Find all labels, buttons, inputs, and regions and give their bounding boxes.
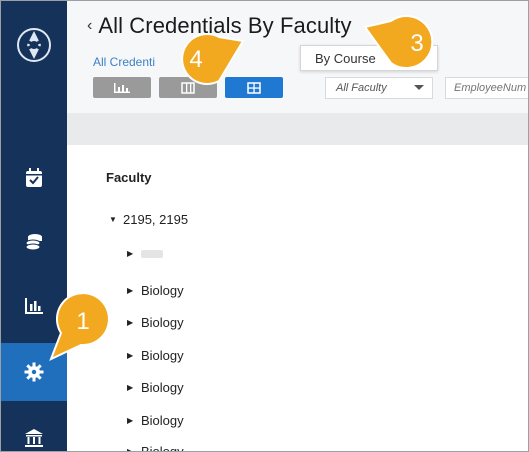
tree-row[interactable]: ▶ Biology <box>127 315 184 330</box>
coins-icon <box>25 234 42 251</box>
expand-toggle-icon[interactable]: ▶ <box>127 249 141 258</box>
app-window: ‹ All Credentials By Faculty ⌄ All Crede… <box>0 0 529 452</box>
expand-toggle-icon[interactable]: ▶ <box>127 447 141 451</box>
tree-row[interactable]: ▶ <box>127 249 163 258</box>
expand-toggle-icon[interactable]: ▶ <box>127 416 141 425</box>
tree-row[interactable]: ▶ Biology <box>127 380 184 395</box>
back-button[interactable]: ‹ <box>87 17 92 35</box>
expand-toggle-icon[interactable]: ▶ <box>127 383 141 392</box>
expand-toggle-icon[interactable]: ▶ <box>127 318 141 327</box>
sidebar <box>1 1 67 451</box>
callout-number: 1 <box>76 308 89 335</box>
tree-root-row[interactable]: ▼ 2195, 2195 <box>109 212 188 227</box>
tree-row-label: Biology <box>141 283 184 298</box>
expand-toggle-icon[interactable]: ▶ <box>127 286 141 295</box>
employee-number-input[interactable] <box>445 77 528 99</box>
chart-view-icon <box>114 82 130 93</box>
grid-view-icon <box>247 81 261 94</box>
callout-4: 4 <box>181 33 245 85</box>
sidebar-item-institution[interactable] <box>1 413 67 451</box>
faculty-select[interactable]: All Faculty <box>325 77 433 99</box>
callout-3: 3 <box>363 15 434 69</box>
callout-number: 4 <box>189 46 202 73</box>
breadcrumb[interactable]: All Credenti <box>93 55 155 69</box>
bar-chart-icon <box>25 298 43 314</box>
tree-row-label: Biology <box>141 348 184 363</box>
gear-icon <box>24 362 44 382</box>
institution-icon <box>25 429 43 447</box>
collapse-toggle-icon[interactable]: ▼ <box>109 215 123 224</box>
chart-view-button[interactable] <box>93 77 151 98</box>
main-area: ‹ All Credentials By Faculty ⌄ All Crede… <box>67 1 528 451</box>
tree-row[interactable]: ▶ Biology <box>127 444 184 452</box>
redacted-label <box>141 249 163 258</box>
expand-toggle-icon[interactable]: ▶ <box>127 351 141 360</box>
callout-number: 3 <box>410 30 423 57</box>
tree-row[interactable]: ▶ Biology <box>127 283 184 298</box>
calendar-check-icon <box>26 168 42 187</box>
page-header: ‹ All Credentials By Faculty ⌄ All Crede… <box>67 1 528 113</box>
tree-root-label: 2195, 2195 <box>123 212 189 227</box>
tree-row-label: Biology <box>141 413 184 428</box>
tree-row-label: Biology <box>141 380 184 395</box>
logo-icon[interactable] <box>15 26 53 64</box>
content-divider <box>67 113 528 145</box>
faculty-tree-panel: Faculty ▼ 2195, 2195 ▶ ▶ Biology ▶ Biolo… <box>87 145 528 451</box>
tree-row-label: Biology <box>141 444 184 452</box>
sidebar-item-finance[interactable] <box>1 217 67 267</box>
sidebar-item-calendar[interactable] <box>1 153 67 203</box>
chevron-down-icon <box>414 85 424 90</box>
faculty-column-header: Faculty <box>106 170 152 185</box>
tree-row-label: Biology <box>141 315 184 330</box>
tree-row[interactable]: ▶ Biology <box>127 413 184 428</box>
faculty-select-value: All Faculty <box>336 82 387 94</box>
tree-row[interactable]: ▶ Biology <box>127 348 184 363</box>
callout-1: 1 <box>49 292 110 361</box>
